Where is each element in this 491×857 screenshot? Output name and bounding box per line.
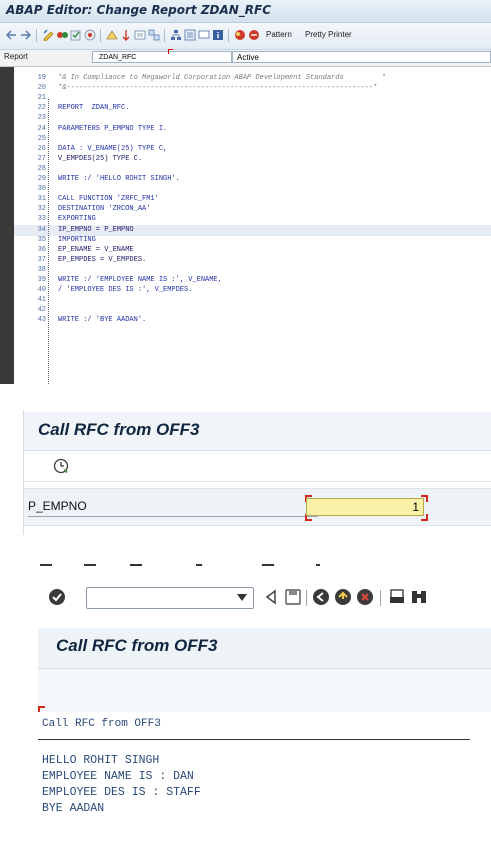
window-title: ABAP Editor: Change Report ZDAN_RFC (6, 3, 272, 17)
output-title-bar: Call RFC from OFF3 (38, 628, 491, 669)
find-icon[interactable] (410, 588, 428, 606)
display-object-list-icon[interactable] (134, 29, 146, 41)
hierarchy-icon[interactable] (170, 29, 182, 41)
activate-icon[interactable] (84, 29, 96, 41)
menu-bar-fragment (40, 564, 320, 566)
parameter-row: P_EMPNO 1 (24, 488, 491, 526)
output-title: Call RFC from OFF3 (56, 636, 218, 655)
report-status: Active (232, 51, 491, 63)
selection-title: Call RFC from OFF3 (38, 420, 200, 439)
cancel-icon[interactable] (356, 588, 374, 606)
line-number: 43 (37, 316, 46, 325)
report-header: Report ZDAN_RFC Active (0, 49, 491, 67)
information-icon[interactable] (212, 29, 224, 41)
insert-icon[interactable] (184, 29, 196, 41)
check-syntax-icon[interactable] (70, 29, 82, 41)
chevron-down-icon[interactable] (237, 594, 247, 601)
enter-check-icon[interactable] (48, 588, 66, 606)
abap-editor-window: ABAP Editor: Change Report ZDAN_RFC Patt… (0, 0, 491, 384)
toolbar-separator (228, 29, 229, 42)
p-empno-input[interactable]: 1 (306, 498, 424, 516)
list-header-rule (38, 739, 470, 740)
command-field[interactable] (86, 587, 254, 609)
display-change-icon[interactable] (42, 29, 54, 41)
code-editor[interactable]: 19 *& In Compliance to Megaworld Corporat… (0, 67, 491, 384)
list-header: Call RFC from OFF3 (42, 718, 161, 730)
save-icon[interactable] (284, 588, 302, 606)
toolbar-separator (100, 29, 101, 42)
triangle-left-icon[interactable] (262, 588, 280, 606)
where-used-icon[interactable] (106, 29, 118, 41)
report-label: Report (4, 52, 29, 61)
output-screen: Call RFC from OFF3 Call RFC from OFF3 HE… (0, 560, 491, 857)
toolbar-separator (380, 590, 381, 606)
forward-arrow-icon[interactable] (20, 30, 31, 40)
selection-toolbar (24, 451, 491, 482)
toolbar-separator (36, 29, 37, 42)
application-toolbar: Pattern Pretty Printer (0, 23, 491, 50)
fold-guide (48, 99, 50, 384)
required-marker (168, 49, 173, 54)
output-list: Call RFC from OFF3 HELLO ROHIT SINGH EMP… (38, 712, 491, 857)
report-name-field[interactable]: ZDAN_RFC (92, 51, 232, 63)
pretty-printer-button[interactable]: Pretty Printer (305, 30, 352, 39)
back-icon[interactable] (312, 588, 330, 606)
enhancement-icon[interactable] (248, 29, 260, 41)
label-underline (28, 516, 318, 517)
enhance-icon[interactable] (234, 29, 246, 41)
toolbar-separator (306, 590, 307, 606)
pattern-button[interactable]: Pattern (266, 30, 292, 39)
screen-icon[interactable] (198, 29, 210, 41)
toolbar-separator (164, 29, 165, 42)
window-titlebar: ABAP Editor: Change Report ZDAN_RFC (0, 0, 491, 23)
list-line: EMPLOYEE NAME IS : DAN (42, 770, 194, 783)
selection-screen: Call RFC from OFF3 P_EMPNO 1 (0, 400, 491, 540)
list-line: BYE AADAN (42, 802, 105, 815)
print-icon[interactable] (388, 588, 406, 606)
navigation-window-icon[interactable] (148, 29, 160, 41)
system-toolbar (0, 582, 491, 614)
active-inactive-icon[interactable] (56, 29, 68, 41)
parameter-label: P_EMPNO (28, 499, 87, 513)
list-line: HELLO ROHIT SINGH (42, 754, 160, 767)
code-text: WRITE :/ 'BYE AADAN'. (58, 316, 147, 325)
exit-icon[interactable] (334, 588, 352, 606)
selection-title-bar: Call RFC from OFF3 (24, 412, 491, 451)
back-arrow-icon[interactable] (6, 30, 17, 40)
object-list-icon[interactable] (120, 29, 132, 41)
execute-icon[interactable] (52, 457, 70, 475)
list-line: EMPLOYEE DES IS : STAFF (42, 786, 201, 799)
code-line[interactable]: 43 WRITE :/ 'BYE AADAN'. (14, 315, 491, 326)
